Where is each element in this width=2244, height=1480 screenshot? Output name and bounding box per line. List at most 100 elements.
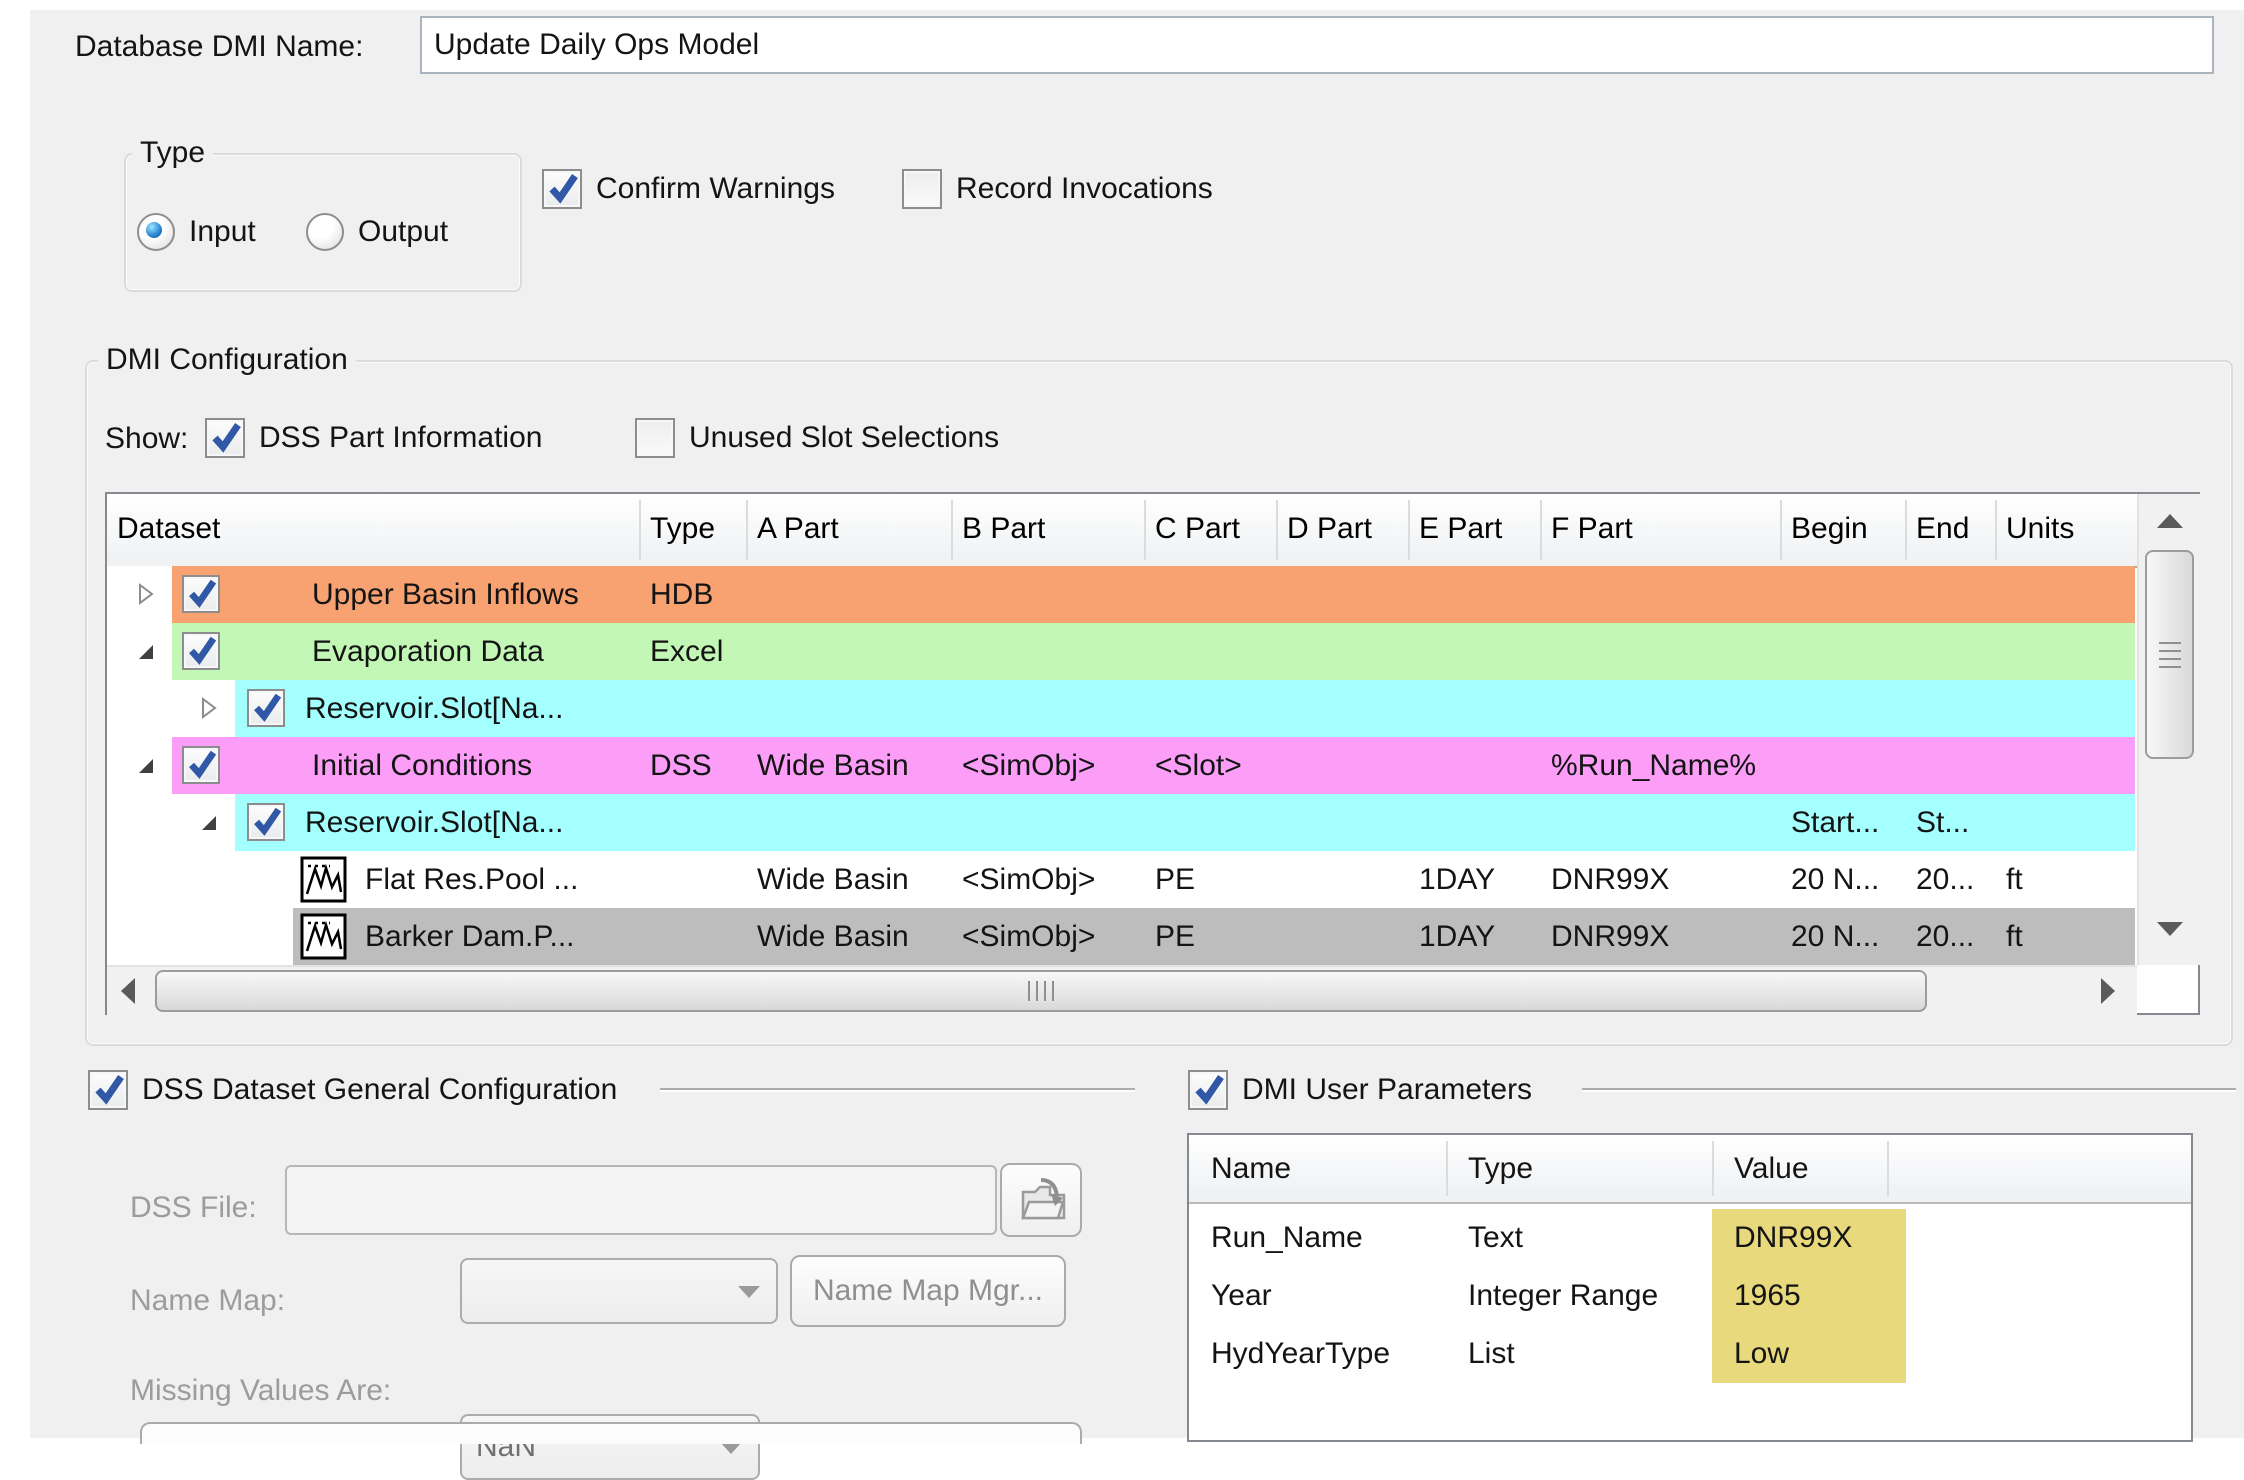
- cell-end: 20...: [1916, 851, 1974, 908]
- params-table-header: Name Type Value: [1189, 1135, 2191, 1204]
- cell-dataset: Reservoir.Slot[Na...: [305, 680, 563, 737]
- col-end[interactable]: End: [1916, 494, 1969, 564]
- row-checkbox[interactable]: [182, 746, 220, 784]
- col-units[interactable]: Units: [2006, 494, 2074, 564]
- cell-type: HDB: [650, 566, 713, 623]
- table-row[interactable]: Flat Res.Pool ... Wide Basin <SimObj> PE…: [107, 851, 2135, 908]
- horizontal-scrollbar[interactable]: [107, 965, 2137, 1015]
- param-value[interactable]: DNR99X: [1712, 1209, 1906, 1267]
- radio-input-circle[interactable]: [137, 213, 175, 251]
- dss-general-config-label: DSS Dataset General Configuration: [142, 1073, 617, 1107]
- param-name: Run_Name: [1211, 1209, 1363, 1267]
- col-d-part[interactable]: D Part: [1287, 494, 1372, 564]
- dss-section-separator: [660, 1088, 1135, 1090]
- cell-units: ft: [2006, 908, 2023, 965]
- cell-dataset: Reservoir.Slot[Na...: [305, 794, 563, 851]
- user-params-table: Name Type Value Run_Name Text DNR99X Yea…: [1187, 1133, 2193, 1442]
- dss-general-config-checkbox[interactable]: DSS Dataset General Configuration: [88, 1070, 617, 1110]
- dss-general-config-box[interactable]: [88, 1070, 128, 1110]
- col-b-part[interactable]: B Part: [962, 494, 1045, 564]
- unused-slot-box[interactable]: [635, 418, 675, 458]
- scroll-up-icon[interactable]: [2157, 514, 2183, 528]
- dataset-tree-table: Dataset Type A Part B Part C Part D Part…: [105, 492, 2200, 1015]
- cell-c-part: <Slot>: [1155, 737, 1242, 794]
- col-dataset[interactable]: Dataset: [117, 494, 220, 564]
- param-name: Year: [1211, 1267, 1272, 1325]
- row-checkbox[interactable]: [247, 803, 285, 841]
- cell-e-part: 1DAY: [1419, 908, 1495, 965]
- col-type[interactable]: Type: [650, 494, 715, 564]
- param-value[interactable]: 1965: [1712, 1267, 1906, 1325]
- name-map-mgr-button[interactable]: Name Map Mgr...: [790, 1255, 1066, 1327]
- dss-file-input[interactable]: [285, 1165, 997, 1235]
- expand-expanded-icon[interactable]: [196, 809, 222, 835]
- cell-begin: Start...: [1791, 794, 1879, 851]
- name-map-select[interactable]: [460, 1258, 778, 1324]
- col-f-part[interactable]: F Part: [1551, 494, 1633, 564]
- tree-table-header: Dataset Type A Part B Part C Part D Part…: [107, 494, 2198, 568]
- vertical-scrollbar[interactable]: [2137, 494, 2200, 965]
- param-type: Integer Range: [1468, 1267, 1658, 1325]
- col-e-part[interactable]: E Part: [1419, 494, 1502, 564]
- dss-part-info-checkbox[interactable]: DSS Part Information: [205, 418, 542, 458]
- series-slot-icon: [300, 913, 347, 960]
- expand-expanded-icon[interactable]: [133, 752, 159, 778]
- radio-output-circle[interactable]: [306, 213, 344, 251]
- horizontal-scroll-thumb[interactable]: [155, 970, 1927, 1012]
- cell-b-part: <SimObj>: [962, 851, 1095, 908]
- series-slot-icon: [300, 856, 347, 903]
- scroll-right-icon[interactable]: [2101, 978, 2115, 1004]
- table-row[interactable]: Upper Basin Inflows HDB: [107, 566, 2135, 623]
- clipped-bottom-field: [140, 1422, 1082, 1444]
- type-group-label: Type: [132, 137, 213, 169]
- table-row-selected[interactable]: Barker Dam.P... Wide Basin <SimObj> PE 1…: [107, 908, 2135, 965]
- name-map-label: Name Map:: [130, 1284, 285, 1318]
- radio-output[interactable]: Output: [306, 213, 448, 251]
- param-value[interactable]: Low: [1712, 1325, 1906, 1383]
- scroll-left-icon[interactable]: [121, 978, 135, 1004]
- confirm-warnings-label: Confirm Warnings: [596, 172, 835, 206]
- table-row[interactable]: Evaporation Data Excel: [107, 623, 2135, 680]
- cell-c-part: PE: [1155, 908, 1195, 965]
- cell-end: St...: [1916, 794, 1969, 851]
- confirm-warnings-box[interactable]: [542, 169, 582, 209]
- param-col-name[interactable]: Name: [1211, 1140, 1291, 1198]
- dss-part-info-box[interactable]: [205, 418, 245, 458]
- dmi-name-input[interactable]: Update Daily Ops Model: [420, 16, 2214, 74]
- table-row[interactable]: Reservoir.Slot[Na...: [107, 680, 2135, 737]
- record-invocations-checkbox[interactable]: Record Invocations: [902, 169, 1213, 209]
- param-type: Text: [1468, 1209, 1523, 1267]
- chevron-down-icon: [738, 1286, 760, 1298]
- cell-a-part: Wide Basin: [757, 851, 909, 908]
- row-checkbox[interactable]: [182, 632, 220, 670]
- params-section-separator: [1582, 1088, 2236, 1090]
- dmi-user-params-box[interactable]: [1188, 1070, 1228, 1110]
- radio-output-label: Output: [358, 215, 448, 249]
- table-row[interactable]: Reservoir.Slot[Na... Start... St...: [107, 794, 2135, 851]
- dmi-user-params-checkbox[interactable]: DMI User Parameters: [1188, 1070, 1532, 1110]
- expand-expanded-icon[interactable]: [133, 638, 159, 664]
- row-checkbox[interactable]: [182, 575, 220, 613]
- cell-begin: 20 N...: [1791, 908, 1879, 965]
- param-col-value[interactable]: Value: [1734, 1140, 1809, 1198]
- col-c-part[interactable]: C Part: [1155, 494, 1240, 564]
- record-invocations-box[interactable]: [902, 169, 942, 209]
- col-begin[interactable]: Begin: [1791, 494, 1868, 564]
- table-row[interactable]: Initial Conditions DSS Wide Basin <SimOb…: [107, 737, 2135, 794]
- confirm-warnings-checkbox[interactable]: Confirm Warnings: [542, 169, 835, 209]
- vertical-scroll-thumb[interactable]: [2145, 550, 2194, 759]
- unused-slot-checkbox[interactable]: Unused Slot Selections: [635, 418, 999, 458]
- dmi-name-label: Database DMI Name:: [75, 30, 363, 64]
- scroll-down-icon[interactable]: [2157, 922, 2183, 936]
- expand-collapsed-icon[interactable]: [196, 695, 222, 721]
- col-a-part[interactable]: A Part: [757, 494, 839, 564]
- cell-dataset: Upper Basin Inflows: [312, 566, 579, 623]
- dss-file-browse-button[interactable]: [1000, 1163, 1082, 1237]
- param-col-type[interactable]: Type: [1468, 1140, 1533, 1198]
- cell-b-part: <SimObj>: [962, 737, 1095, 794]
- cell-dataset: Evaporation Data: [312, 623, 544, 680]
- radio-input[interactable]: Input: [137, 213, 256, 251]
- expand-collapsed-icon[interactable]: [133, 581, 159, 607]
- row-checkbox[interactable]: [247, 689, 285, 727]
- cell-c-part: PE: [1155, 851, 1195, 908]
